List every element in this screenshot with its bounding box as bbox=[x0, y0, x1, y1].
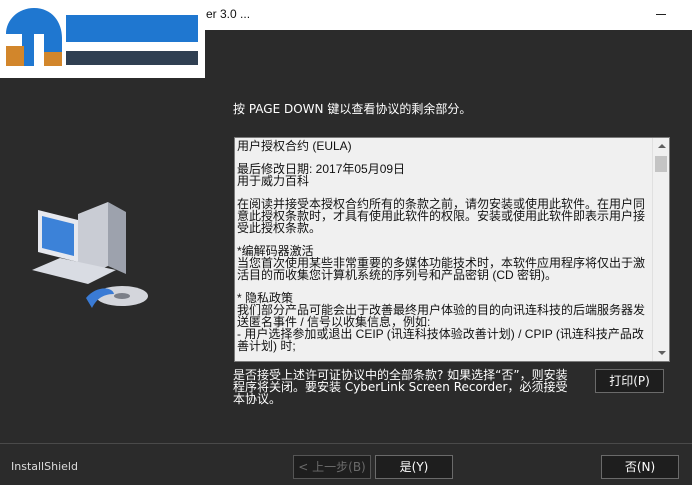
scroll-down-icon[interactable] bbox=[653, 344, 669, 361]
installshield-label: InstallShield bbox=[11, 460, 78, 473]
eula-content: 用户授权合约 (EULA) 最后修改日期: 2017年05月09日 用于威力百科… bbox=[237, 140, 651, 352]
eula-privacy-item: - 用户选择参加或退出 CEIP (讯连科技体验改善计划) / CPIP (讯连… bbox=[237, 327, 644, 353]
eula-paragraph: 在阅读并接受本授权合约所有的条款之前，请勿安装或使用此软件。在用户同意此授权条款… bbox=[237, 197, 646, 235]
eula-codec-body: 当您首次使用某些非常重要的多媒体功能技术时，本软件应用程序将仅出于激活目的而收集… bbox=[237, 256, 646, 282]
no-button[interactable]: 否(N) bbox=[601, 455, 679, 479]
eula-company: 用于威力百科 bbox=[237, 174, 310, 188]
logo-banner bbox=[0, 0, 205, 78]
scroll-thumb[interactable] bbox=[655, 156, 667, 172]
computer-icon bbox=[32, 202, 148, 308]
scroll-up-icon[interactable] bbox=[653, 138, 669, 155]
footer-divider bbox=[0, 443, 692, 444]
print-button[interactable]: 打印(P) bbox=[595, 369, 664, 393]
minimize-icon[interactable] bbox=[638, 0, 684, 30]
eula-scrollbar[interactable] bbox=[652, 138, 669, 361]
eula-privacy-body: 我们部分产品可能会出于改善最终用户体验的目的向讯连科技的后端服务器发送匿名事件 … bbox=[237, 303, 646, 329]
logo-bar-blue bbox=[66, 15, 198, 42]
window-title: er 3.0 ... bbox=[206, 7, 251, 21]
accept-question: 是否接受上述许可证协议中的全部条款? 如果选择“否”，则安装程序将关闭。要安装 … bbox=[233, 368, 568, 406]
logo-icon bbox=[6, 8, 62, 66]
eula-heading: 用户授权合约 (EULA) bbox=[237, 139, 352, 153]
yes-button[interactable]: 是(Y) bbox=[375, 455, 453, 479]
back-button[interactable]: < 上一步(B) bbox=[293, 455, 371, 479]
instruction-text: 按 PAGE DOWN 键以查看协议的剩余部分。 bbox=[233, 102, 472, 116]
logo-bar-dark bbox=[66, 51, 198, 65]
eula-textbox[interactable]: 用户授权合约 (EULA) 最后修改日期: 2017年05月09日 用于威力百科… bbox=[234, 137, 670, 362]
